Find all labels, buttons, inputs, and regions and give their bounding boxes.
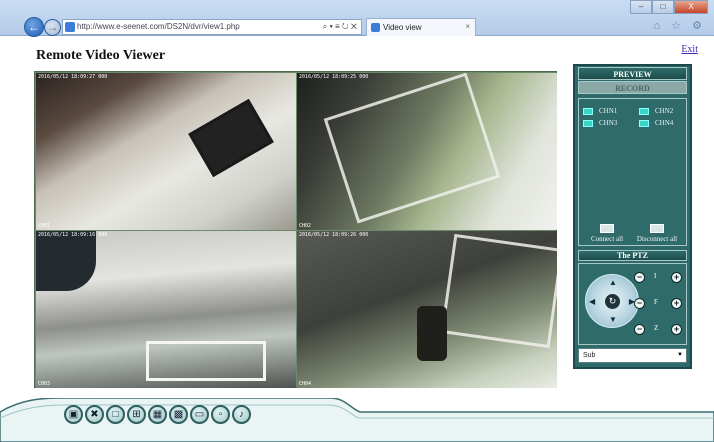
camera-icon: [583, 119, 593, 127]
tab-close-icon[interactable]: ×: [465, 22, 470, 31]
channel-label: CHN4: [655, 119, 674, 127]
address-tools-icon[interactable]: ⌕ ▾ ≡ ↻ ✕: [323, 22, 357, 32]
disconnect-all-button[interactable]: Disconnect all: [628, 224, 686, 243]
home-favorites-settings-icon[interactable]: ⌂ ☆ ⚙: [654, 19, 706, 32]
audio-icon[interactable]: ♪: [232, 405, 251, 424]
bottom-toolbar: ▣ ✖ □ ⊞ ▦ ▩ ▭ ▫ ♪: [64, 405, 251, 424]
layout-16-icon[interactable]: ▩: [169, 405, 188, 424]
camera-label: CH02: [299, 223, 312, 229]
ptz-dpad[interactable]: ▲ ▼ ◀ ▶ ↻: [585, 274, 639, 328]
camera-view-2[interactable]: 2016/05/12 18:09:25 000 CH02: [297, 73, 557, 230]
focus-minus-button[interactable]: −: [634, 298, 645, 309]
window-controls: – □ X: [630, 0, 708, 14]
iris-label: I: [654, 272, 657, 280]
camera-view-1[interactable]: 2016/05/12 18:09:27 000 CH01: [36, 73, 296, 230]
camera-scene-shape: [36, 231, 96, 291]
camera-view-4[interactable]: 2016/05/12 18:09:26 000 CH04: [297, 231, 557, 388]
back-arrow-icon: ←: [28, 20, 40, 34]
preview-button[interactable]: PREVIEW: [578, 67, 687, 80]
camera-icon: [639, 107, 649, 115]
channel-4[interactable]: CHN4: [639, 119, 673, 127]
connect-all-button[interactable]: Connect all: [581, 224, 633, 243]
zoom-minus-button[interactable]: −: [634, 324, 645, 335]
stream-value: Sub: [583, 352, 596, 359]
zoom-label: Z: [654, 324, 659, 332]
camera-scene-bottle: [417, 306, 447, 361]
channel-label: CHN2: [655, 107, 674, 115]
ptz-reset-icon[interactable]: ↻: [605, 294, 620, 309]
disconnect-icon: [650, 224, 664, 233]
camera-icon: [639, 119, 649, 127]
ptz-down-icon[interactable]: ▼: [609, 315, 617, 324]
ptz-title: The PTZ: [578, 250, 687, 261]
camera-scene-monitor: [188, 98, 274, 178]
chevron-down-icon: ▼: [677, 352, 683, 358]
video-grid: 2016/05/12 18:09:27 000 CH01 2016/05/12 …: [34, 71, 557, 388]
ptz-controls: ▲ ▼ ◀ ▶ ↻ − I + − F + − Z +: [578, 263, 687, 345]
camera-scene-window: [146, 341, 266, 381]
layout-1-icon[interactable]: □: [106, 405, 125, 424]
channel-1[interactable]: CHN1: [583, 107, 617, 115]
camera-timestamp: 2016/05/12 18:09:25 000: [299, 74, 369, 80]
channel-label: CHN1: [599, 107, 618, 115]
maximize-button[interactable]: □: [652, 0, 674, 14]
close-window-button[interactable]: X: [674, 0, 708, 14]
focus-control: − F +: [634, 298, 682, 310]
stream-select[interactable]: Sub ▼: [578, 348, 687, 363]
camera-label: CH01: [38, 223, 51, 229]
forward-arrow-icon: →: [46, 20, 59, 34]
channel-2[interactable]: CHN2: [639, 107, 673, 115]
channel-3[interactable]: CHN3: [583, 119, 617, 127]
tab-favicon-icon: [371, 23, 380, 32]
focus-plus-button[interactable]: +: [671, 298, 682, 309]
browser-tab[interactable]: Video view ×: [366, 18, 476, 36]
iris-minus-button[interactable]: −: [634, 272, 645, 283]
page-title: Remote Video Viewer: [36, 48, 166, 63]
record-button[interactable]: RECORD: [578, 81, 687, 94]
camera-icon: [583, 107, 593, 115]
disconnect-all-label: Disconnect all: [636, 235, 678, 243]
camera-icon[interactable]: ▣: [64, 405, 83, 424]
camera-timestamp: 2016/05/12 18:09:16 000: [38, 232, 108, 238]
fullscreen-icon[interactable]: ▭: [190, 405, 209, 424]
connect-icon: [600, 224, 614, 233]
exit-link[interactable]: Exit: [681, 44, 698, 55]
connect-all-label: Connect all: [590, 235, 624, 243]
screenshot-icon[interactable]: ▫: [211, 405, 230, 424]
site-favicon-icon: [65, 22, 75, 32]
iris-control: − I +: [634, 272, 682, 284]
zoom-plus-button[interactable]: +: [671, 324, 682, 335]
channel-label: CHN3: [599, 119, 618, 127]
channel-box: CHN1 CHN2 CHN3 CHN4 Connect all Disconne…: [578, 98, 687, 246]
minimize-button[interactable]: –: [630, 0, 652, 14]
camera-view-3[interactable]: 2016/05/12 18:09:16 000 CH03: [36, 231, 296, 388]
ptz-left-icon[interactable]: ◀: [589, 297, 595, 306]
tools-icon[interactable]: ✖: [85, 405, 104, 424]
camera-scene-window: [440, 233, 557, 349]
tab-title: Video view: [383, 23, 422, 32]
address-bar[interactable]: http://www.e-seenet.com/DS2N/dvr/view1.p…: [62, 19, 362, 35]
camera-label: CH03: [38, 381, 51, 387]
iris-plus-button[interactable]: +: [671, 272, 682, 283]
zoom-control: − Z +: [634, 324, 682, 336]
control-panel: PREVIEW RECORD CHN1 CHN2 CHN3 CHN4 Conne…: [573, 64, 692, 369]
camera-timestamp: 2016/05/12 18:09:27 000: [38, 74, 108, 80]
address-url[interactable]: http://www.e-seenet.com/DS2N/dvr/view1.p…: [77, 22, 240, 31]
layout-4-icon[interactable]: ⊞: [127, 405, 146, 424]
browser-titlebar: ← → http://www.e-seenet.com/DS2N/dvr/vie…: [0, 0, 714, 37]
back-button[interactable]: ←: [24, 17, 44, 37]
layout-9-icon[interactable]: ▦: [148, 405, 167, 424]
ptz-up-icon[interactable]: ▲: [609, 278, 617, 287]
camera-scene-window: [323, 73, 501, 224]
camera-label: CH04: [299, 381, 312, 387]
focus-label: F: [654, 298, 658, 306]
forward-button[interactable]: →: [44, 19, 61, 36]
camera-timestamp: 2016/05/12 18:09:26 000: [299, 232, 369, 238]
